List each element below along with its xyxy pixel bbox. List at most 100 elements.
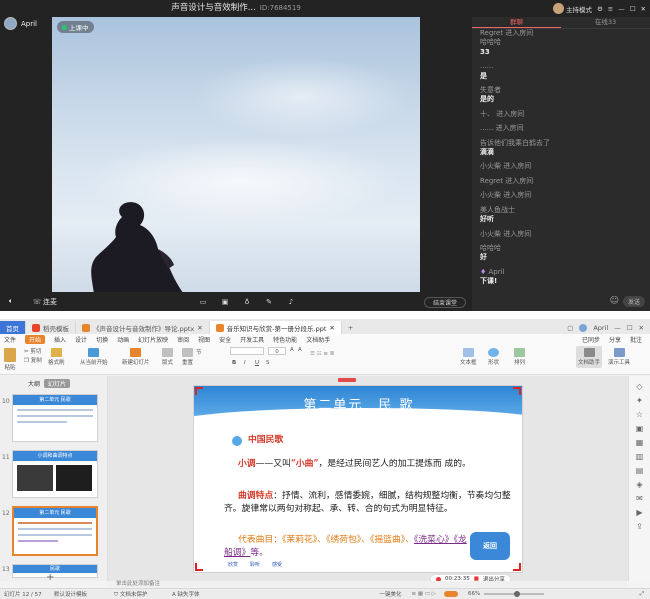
- tab-home[interactable]: 首页: [0, 321, 26, 334]
- selection-corner[interactable]: [513, 563, 521, 571]
- paste-button[interactable]: 粘贴: [4, 348, 16, 371]
- export-tool-icon[interactable]: ⇪: [636, 522, 643, 531]
- selection-corner[interactable]: [195, 563, 203, 571]
- minimize-icon[interactable]: —: [614, 324, 621, 332]
- current-slide[interactable]: 第二单元 民 歌 中国民歌 小调——又叫“小曲”，是经过民间艺人的加工提炼而 成…: [193, 385, 523, 573]
- zoom-slider[interactable]: [484, 591, 545, 597]
- camera-icon[interactable]: ▭: [197, 296, 209, 308]
- menu-doc-assistant[interactable]: 文档助手: [306, 335, 330, 344]
- strike-icon[interactable]: S: [266, 360, 270, 366]
- tab-online[interactable]: 在线33: [561, 17, 650, 28]
- zoom-slider-handle[interactable]: [514, 591, 521, 597]
- whiteboard-icon[interactable]: ✎: [263, 296, 275, 308]
- maximize-icon[interactable]: ☐: [627, 324, 633, 332]
- doc-assistant-button[interactable]: 文档助手: [576, 346, 603, 368]
- menu-features[interactable]: 特色功能: [273, 335, 297, 344]
- selection-corner[interactable]: [195, 387, 203, 395]
- zoom-level[interactable]: 66%: [468, 591, 480, 597]
- menu-insert[interactable]: 插入: [54, 335, 66, 344]
- menu-design[interactable]: 设计: [75, 335, 87, 344]
- bold-icon[interactable]: B: [232, 360, 236, 366]
- menu-file[interactable]: 文件: [4, 335, 16, 344]
- sync-status[interactable]: 已同步: [582, 335, 600, 344]
- section-button[interactable]: 重置: [182, 348, 193, 366]
- bullet-list-icon[interactable]: ☰ ☷ ≡ ≣: [310, 351, 334, 357]
- decrease-font-button[interactable]: A: [298, 347, 302, 353]
- arrange-button[interactable]: 排列: [514, 348, 525, 366]
- tab-group-chat[interactable]: 群聊: [472, 17, 561, 28]
- menu-transition[interactable]: 切换: [96, 335, 108, 344]
- menu-devtools[interactable]: 开发工具: [240, 335, 264, 344]
- view-icons[interactable]: ≡ ▦ ▭ ▷: [412, 591, 436, 597]
- layout-button[interactable]: 版式: [162, 348, 173, 366]
- tab-music-ppt[interactable]: 音乐知识与欣赏-第一册分段乐.ppt ✕: [209, 321, 342, 334]
- close-icon[interactable]: ✕: [329, 324, 334, 332]
- shape-tool-icon[interactable]: ◇: [636, 382, 642, 391]
- selection-corner[interactable]: [513, 387, 521, 395]
- fit-window-icon[interactable]: ⤢: [640, 591, 650, 598]
- beautify-button[interactable]: 一键美化: [380, 590, 402, 598]
- cut-button[interactable]: ✂ 剪切: [24, 347, 41, 355]
- slide-thumbnail[interactable]: 小调和曲调特点: [12, 450, 98, 498]
- microphone-icon[interactable]: ♁: [241, 296, 253, 308]
- end-class-button[interactable]: 结束课堂: [424, 297, 466, 308]
- style-tool-icon[interactable]: ✦: [636, 396, 643, 405]
- comment-button[interactable]: 批注: [630, 335, 650, 344]
- play-slideshow-icon[interactable]: [444, 591, 459, 597]
- settings-icon[interactable]: ⚙: [597, 5, 603, 13]
- layout-icon[interactable]: ▢: [567, 324, 573, 332]
- tab-intro-pptx[interactable]: 《声音设计与音效制作》导论.pptx ✕: [76, 321, 210, 334]
- close-icon[interactable]: ✕: [197, 324, 202, 332]
- layout-tool-icon[interactable]: ▤: [636, 466, 644, 475]
- menu-review[interactable]: 审阅: [177, 335, 189, 344]
- menu-security[interactable]: 安全: [219, 335, 231, 344]
- back-button[interactable]: 返回: [470, 532, 510, 560]
- share-button[interactable]: 分享: [609, 335, 621, 344]
- host-mode[interactable]: 主持模式: [552, 3, 592, 14]
- close-icon[interactable]: ✕: [639, 324, 644, 332]
- screen-share-icon[interactable]: ▣: [219, 296, 231, 308]
- shape-button[interactable]: 形状: [488, 348, 499, 366]
- mic-connect-label[interactable]: 连麦: [43, 297, 57, 307]
- font-name-select[interactable]: [230, 347, 264, 355]
- speaker-icon[interactable]: 🔈︎: [5, 296, 17, 308]
- image-tool-icon[interactable]: ▣: [636, 424, 644, 433]
- theme-tool-icon[interactable]: ◈: [636, 480, 642, 489]
- menu-view[interactable]: 视图: [198, 335, 210, 344]
- music-icon[interactable]: ♪: [285, 296, 297, 308]
- menu-icon[interactable]: ≡: [608, 5, 613, 13]
- comment-tool-icon[interactable]: ✉: [636, 494, 643, 503]
- table-tool-icon[interactable]: ▦: [636, 438, 644, 447]
- slide-thumbnail[interactable]: 民歌: [12, 564, 98, 578]
- close-icon[interactable]: ✕: [641, 5, 646, 13]
- emoji-icon[interactable]: ☺: [610, 296, 619, 306]
- tab-slides[interactable]: 幻灯片: [44, 379, 71, 388]
- tab-outline[interactable]: 大纲: [28, 379, 40, 388]
- minimize-icon[interactable]: —: [618, 5, 625, 13]
- font-size-select[interactable]: 0: [268, 347, 286, 355]
- maximize-icon[interactable]: ☐: [630, 5, 636, 13]
- reset-button[interactable]: 节: [196, 348, 202, 356]
- avatar[interactable]: [579, 323, 588, 332]
- call-icon[interactable]: ☏: [31, 296, 43, 308]
- menu-start[interactable]: 开始: [25, 335, 46, 344]
- format-painter-button[interactable]: 格式刷: [48, 348, 65, 366]
- new-slide-button[interactable]: 新建幻灯片: [122, 348, 150, 366]
- slide-top-handle[interactable]: [338, 378, 356, 382]
- menu-slideshow[interactable]: 幻灯片放映: [138, 335, 168, 344]
- textbox-button[interactable]: 文本框: [460, 348, 477, 366]
- doc-protection[interactable]: ⛉ 文档未保护: [114, 590, 172, 599]
- slide-thumbnail-selected[interactable]: 第二单元 民歌: [12, 506, 98, 556]
- play-from-current-button[interactable]: 从当前开始: [80, 348, 108, 366]
- media-tool-icon[interactable]: ▶: [636, 508, 642, 517]
- underline-icon[interactable]: U: [255, 360, 259, 366]
- increase-font-button[interactable]: A: [290, 347, 294, 353]
- copy-button[interactable]: ❐ 复制: [24, 356, 42, 364]
- send-button[interactable]: 发送: [623, 295, 645, 307]
- add-slide-icon[interactable]: +: [46, 572, 54, 583]
- italic-icon[interactable]: I: [244, 360, 246, 366]
- presentation-tools-button[interactable]: 演示工具: [608, 348, 630, 366]
- new-tab-button[interactable]: +: [342, 321, 359, 334]
- animation-tool-icon[interactable]: ☆: [636, 410, 643, 419]
- tab-templates[interactable]: 稻壳模板: [26, 321, 76, 334]
